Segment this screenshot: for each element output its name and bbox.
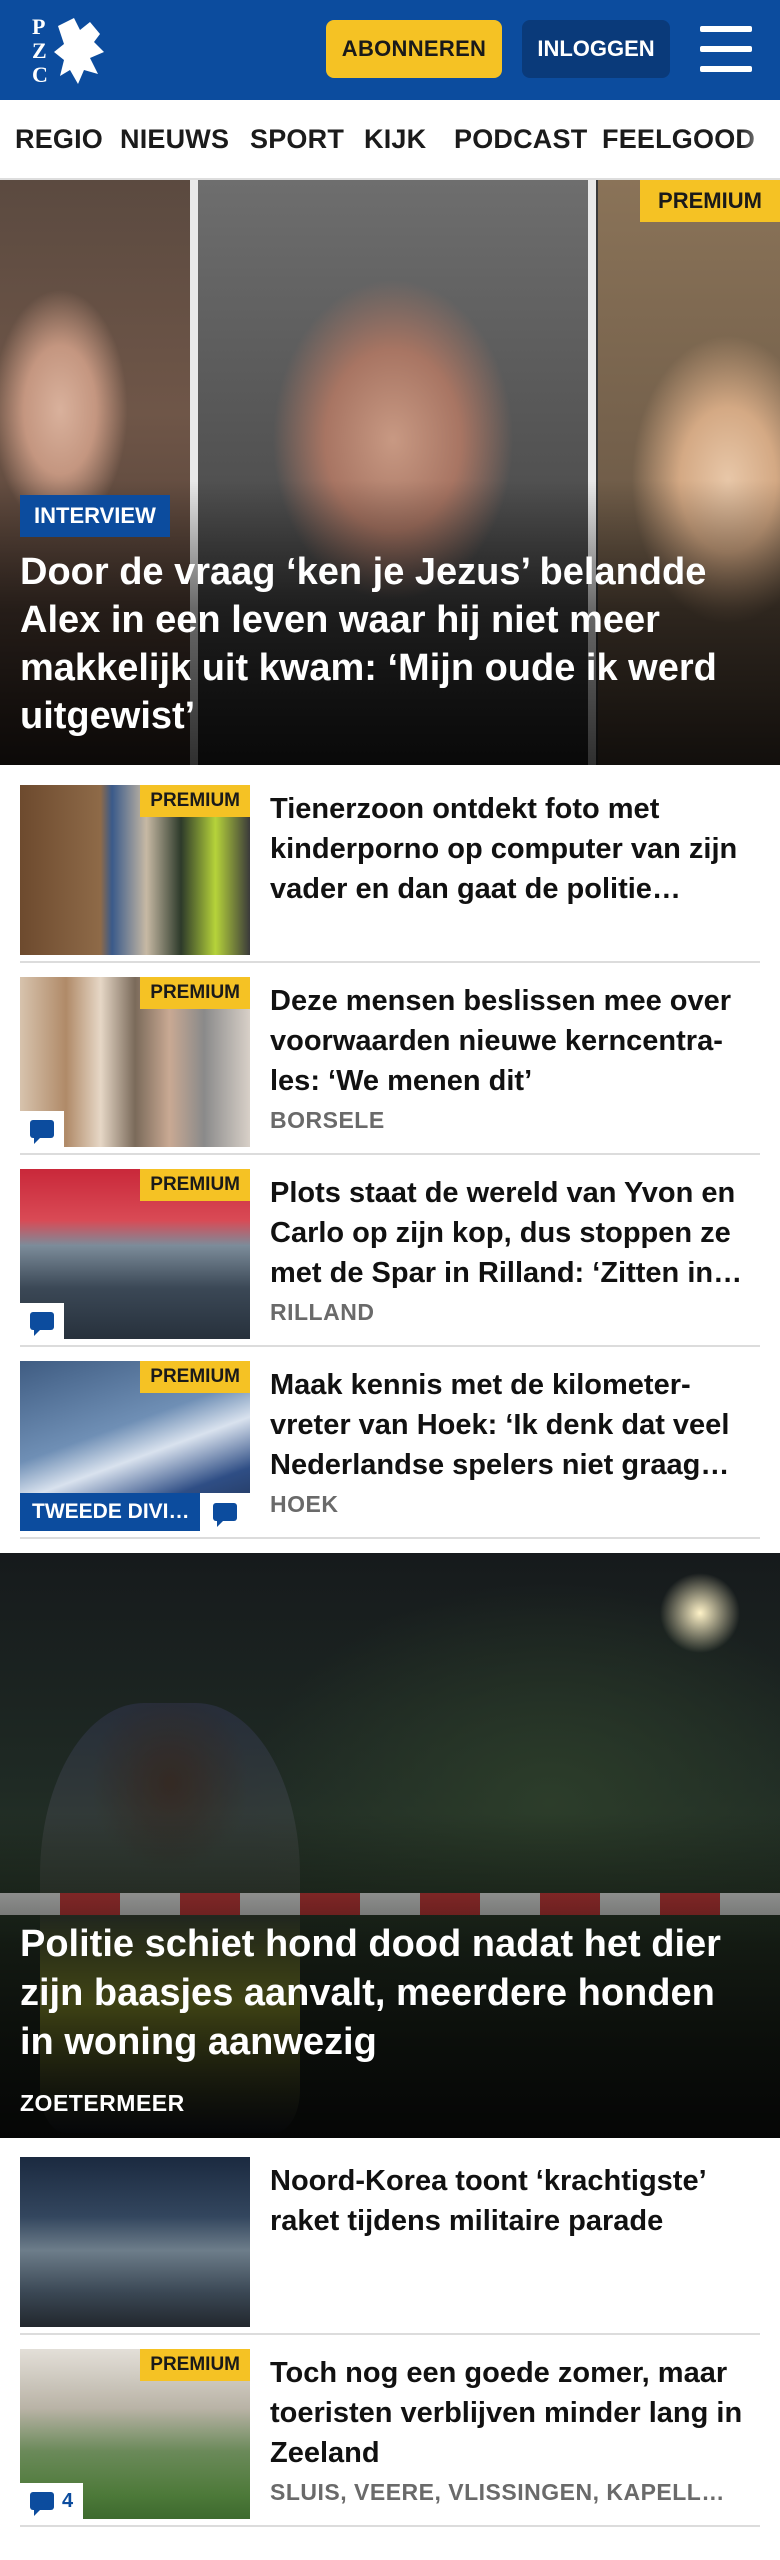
list-item[interactable]: PREMIUM Tienerzoon ontdekt foto met kind…	[20, 785, 760, 963]
article-thumbnail	[20, 2157, 250, 2327]
comment-icon[interactable]	[20, 1303, 64, 1339]
svg-text:Z: Z	[32, 38, 47, 63]
section-label[interactable]: TWEEDE DIVI…	[20, 1493, 200, 1531]
hero-title[interactable]: Door de vraag ‘ken je Jezus’ belandde Al…	[20, 548, 765, 740]
comment-icon[interactable]: 4	[20, 2483, 84, 2519]
article-location: BORSELE	[270, 1107, 385, 1133]
premium-badge: PREMIUM	[140, 785, 250, 817]
article-thumbnail: PREMIUM	[20, 977, 250, 1147]
article-location: RILLAND	[270, 1299, 375, 1325]
top-bar: P Z C ABONNEREN INLOGGEN	[0, 0, 780, 100]
list-item[interactable]: PREMIUM Deze mensen beslissen mee over v…	[20, 977, 760, 1155]
article-title[interactable]: Tienerzoon ontdekt foto met kinderporno …	[270, 789, 760, 909]
premium-badge: PREMIUM	[140, 977, 250, 1009]
list-item[interactable]: PREMIUM 4 Toch nog een goede zomer, maar…	[20, 2349, 760, 2527]
subscribe-button[interactable]: ABONNEREN	[326, 20, 502, 78]
nav-item-podcast[interactable]: PODCAST	[454, 124, 587, 155]
nav-item-kijk[interactable]: KIJK	[364, 124, 426, 155]
comment-count: 4	[62, 2489, 74, 2512]
premium-badge: PREMIUM	[140, 1169, 250, 1201]
premium-badge: PREMIUM	[140, 1361, 250, 1393]
premium-badge: PREMIUM	[140, 2349, 250, 2381]
list-item[interactable]: Noord-Korea toont ‘krachtigste’ raket ti…	[20, 2157, 760, 2335]
nav-scroll-fade	[740, 100, 780, 178]
nav-item-nieuws[interactable]: NIEUWS	[120, 124, 229, 155]
feature-location: ZOETERMEER	[20, 2090, 185, 2116]
nav-item-feelgood[interactable]: FEELGOOD	[602, 124, 755, 155]
comment-icon[interactable]	[20, 1111, 64, 1147]
article-thumbnail: PREMIUM	[20, 785, 250, 955]
article-thumbnail: PREMIUM TWEEDE DIVI…	[20, 1361, 250, 1531]
article-title[interactable]: Deze mensen beslissen mee over voorwaard…	[270, 981, 760, 1101]
section-nav: REGIO NIEUWS SPORT KIJK PODCAST FEELGOOD	[0, 100, 780, 180]
comment-icon[interactable]	[200, 1493, 250, 1531]
hero-label: INTERVIEW	[20, 495, 170, 537]
nav-item-regio[interactable]: REGIO	[15, 124, 103, 155]
article-title[interactable]: Maak kennis met de kilometer­vreter van …	[270, 1365, 760, 1485]
svg-text:P: P	[32, 14, 45, 39]
article-title[interactable]: Toch nog een goede zomer, maar toeristen…	[270, 2353, 760, 2473]
article-title[interactable]: Plots staat de wereld van Yvon en Carlo …	[270, 1173, 760, 1293]
feature-title[interactable]: Politie schiet hond dood nadat het dier …	[20, 1920, 740, 2067]
svg-text:C: C	[32, 62, 48, 87]
article-location: HOEK	[270, 1491, 339, 1517]
list-item[interactable]: PREMIUM TWEEDE DIVI… Maak kennis met de …	[20, 1361, 760, 1539]
article-thumbnail: PREMIUM 4	[20, 2349, 250, 2519]
login-button[interactable]: INLOGGEN	[522, 20, 670, 78]
hamburger-menu-icon[interactable]	[700, 26, 752, 72]
article-title[interactable]: Noord-Korea toont ‘krachtigste’ raket ti…	[270, 2161, 760, 2241]
article-location: SLUIS, VEERE, VLISSINGEN, KAPELL…	[270, 2479, 725, 2505]
list-item[interactable]: PREMIUM Plots staat de wereld van Yvon e…	[20, 1169, 760, 1347]
premium-badge: PREMIUM	[640, 180, 780, 222]
article-thumbnail: PREMIUM	[20, 1169, 250, 1339]
pzc-logo[interactable]: P Z C	[28, 12, 114, 88]
nav-item-sport[interactable]: SPORT	[250, 124, 344, 155]
